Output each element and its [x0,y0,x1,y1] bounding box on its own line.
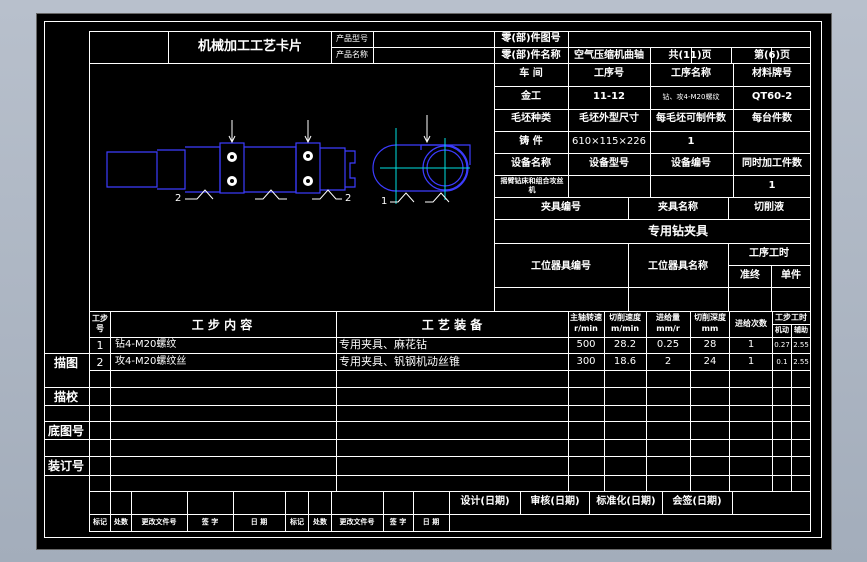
prep-time-label: 准终 [740,270,760,281]
location-symbols [185,115,450,203]
process-name-value: 钻、攻4-M20螺纹 [662,93,720,101]
revision-date: 日 期 [422,518,440,526]
pieces-per-unit-label: 每台件数 [752,113,792,124]
spindle-speed-header: 主轴转速 [570,313,602,322]
step-no-header: 工步号 [92,314,108,333]
part-drawing-no-label: 零(部)件图号 [501,33,561,44]
aux-time-header: 辅助 [794,326,808,334]
sketch-label: 2 [345,193,352,204]
revision-count: 处数 [313,518,327,526]
revision-mark: 标记 [290,518,304,526]
simultaneous-value: 1 [768,180,776,191]
machine-time-header: 机动 [775,326,789,334]
unit-time-label: 单件 [781,270,801,281]
step-no: 1 [96,339,104,352]
revision-count: 处数 [114,518,128,526]
feed-unit: mm/r [656,324,680,333]
passes-header: 进给次数 [735,319,767,328]
step-equipment: 专用夹具、麻花钻 [339,338,427,351]
blank-size-value: 610×115×226 [571,136,647,147]
side-label-check: 描校 [53,390,79,404]
process-equipment-header: 工 艺 装 备 [421,318,483,332]
total-pages: 共(11)页 [668,50,712,61]
cutting-speed-unit: m/min [610,324,640,333]
spindle-speed-unit: r/min [574,324,598,333]
signoff-sign: 会签(日期) [672,496,722,507]
step-equipment: 专用夹具、钒钢机动丝锥 [339,355,460,368]
step-feed: 0.25 [656,339,680,350]
process-no-value: 11-12 [593,91,625,102]
table-grid [44,31,811,532]
revision-signature: 签 字 [201,518,219,526]
step-depth: 28 [703,339,717,350]
page-number: 第(6)页 [753,50,791,61]
sketch-label: 1 [381,196,388,207]
center-lines [380,128,470,204]
step-aux-time: 2.55 [793,358,809,366]
drill-hole-markers [227,151,313,186]
sketch-label: 2 [175,193,182,204]
side-label-trace: 描图 [53,356,79,370]
station-tool-name-label: 工位器具名称 [648,261,708,272]
signoff-standard: 标准化(日期) [596,496,656,507]
side-label-base-no: 底图号 [47,424,85,438]
equipment-name-value: 摇臂钻床和组合攻丝机 [500,177,564,194]
card-title: 机械加工工艺卡片 [197,39,303,54]
step-feed: 2 [664,356,672,367]
depth-unit: mm [701,324,719,333]
fixture-name-value: 专用钻夹具 [647,224,709,238]
process-name-label: 工序名称 [671,68,711,79]
signoff-design: 设计(日期) [460,496,510,507]
step-cutting-speed: 18.6 [613,356,637,367]
product-name-label: 产品名称 [336,50,368,59]
process-time-label: 工序工时 [749,248,789,259]
revision-signature: 签 字 [389,518,407,526]
blank-type-label: 毛坯种类 [511,113,551,124]
equipment-no-label: 设备编号 [671,158,711,169]
step-time-header: 工步工时 [775,313,807,322]
simultaneous-label: 同时加工件数 [742,158,802,169]
material-value: QT60-2 [751,91,793,102]
revision-date: 日 期 [250,518,268,526]
material-label: 材料牌号 [752,68,792,79]
product-model-label: 产品型号 [336,34,368,43]
revision-mark: 标记 [93,518,107,526]
side-label-binding-no: 装订号 [47,459,85,473]
step-content: 钻4-M20螺纹 [115,339,177,350]
step-machine-time: 0.1 [776,358,788,366]
step-content: 攻4-M20螺纹丝 [115,356,187,367]
coolant-label: 切削液 [754,202,784,213]
step-passes: 1 [747,356,755,367]
revision-doc-no: 更改文件号 [339,518,375,526]
step-spindle-speed: 300 [576,356,596,367]
step-no: 2 [96,356,104,369]
pieces-per-blank-value: 1 [687,136,695,147]
step-depth: 24 [703,356,717,367]
process-no-label: 工序号 [594,68,624,79]
blank-size-label: 毛坯外型尺寸 [579,113,639,124]
cutting-speed-header: 切削速度 [609,313,641,322]
fixture-name-label: 夹具名称 [658,202,698,213]
depth-header: 切削深度 [694,313,726,322]
step-machine-time: 0.27 [774,341,790,349]
part-sketch [106,115,471,204]
blank-type-value: 铸 件 [519,136,543,147]
equipment-name-label: 设备名称 [511,158,551,169]
feed-header: 进给量 [656,313,680,322]
step-cutting-speed: 28.2 [613,339,637,350]
signoff-review: 审核(日期) [530,496,580,507]
revision-doc-no: 更改文件号 [141,518,177,526]
station-tool-no-label: 工位器具编号 [531,261,591,272]
step-aux-time: 2.55 [793,341,809,349]
pieces-per-blank-label: 每毛坯可制件数 [656,113,726,124]
step-passes: 1 [747,339,755,350]
part-name-label: 零(部)件名称 [501,50,561,61]
fixture-no-label: 夹具编号 [541,202,581,213]
equipment-model-label: 设备型号 [589,158,629,169]
workshop-value: 金工 [521,91,541,102]
step-content-header: 工 步 内 容 [191,318,253,332]
step-spindle-speed: 500 [576,339,596,350]
part-name: 空气压缩机曲轴 [574,50,644,61]
workshop-label: 车 间 [519,68,543,79]
